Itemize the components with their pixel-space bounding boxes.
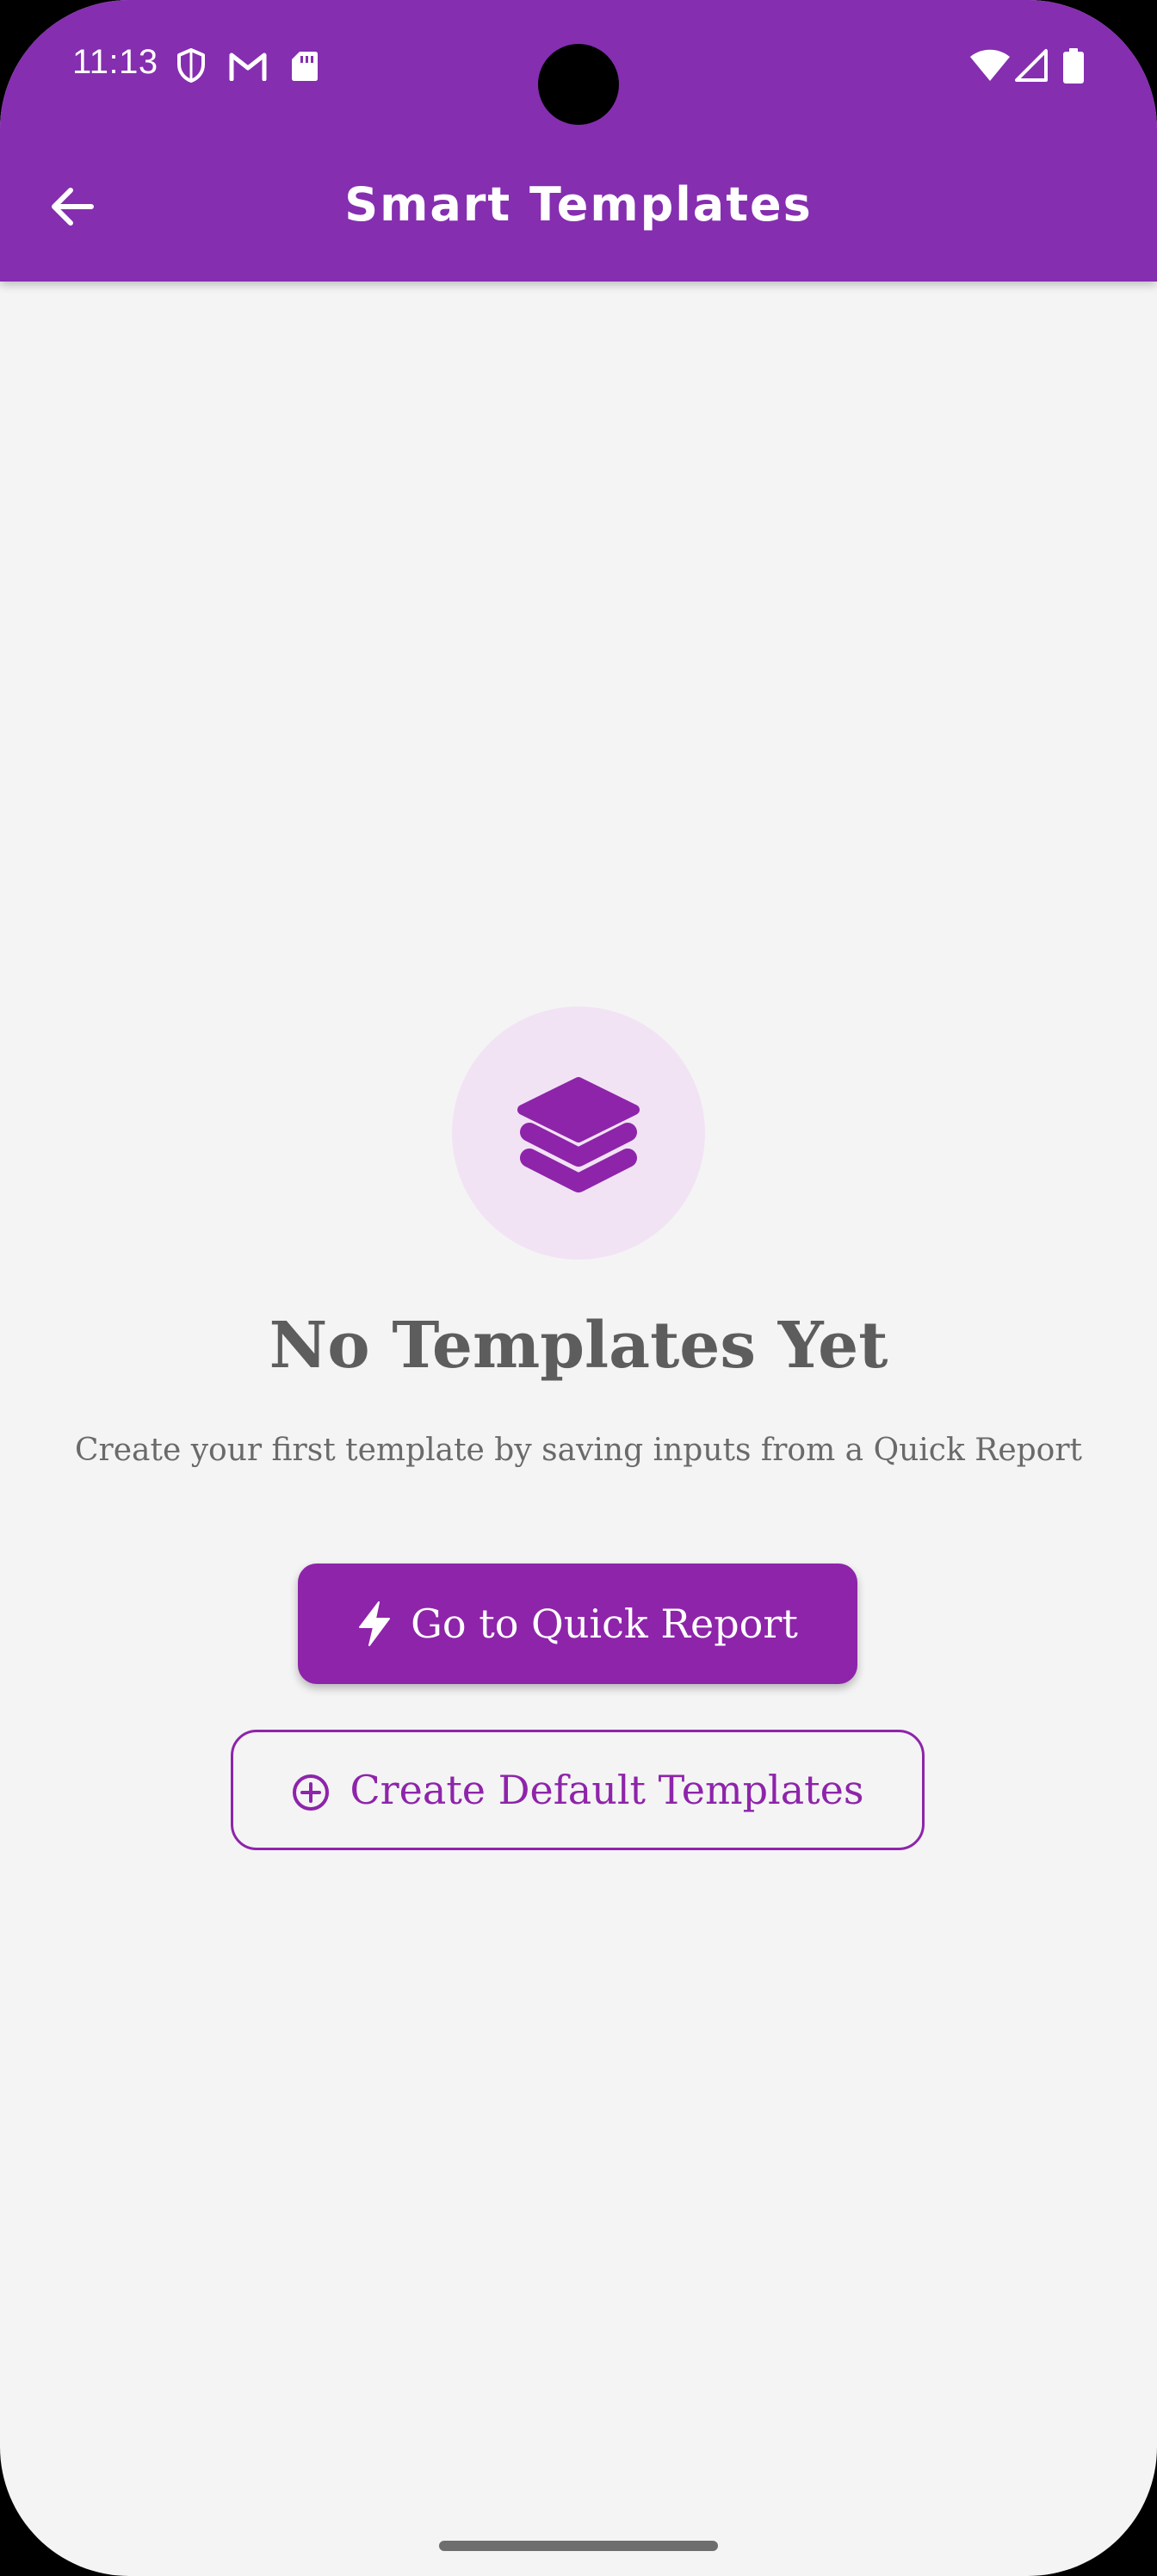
empty-state-icon-badge xyxy=(452,1006,705,1260)
add-circle-outline-icon xyxy=(293,1774,330,1811)
layers-icon xyxy=(517,1077,640,1192)
empty-state-title: No Templates Yet xyxy=(269,1309,888,1383)
page-title: Smart Templates xyxy=(344,177,813,232)
phone-screen: 11:13 Smart Templates No Templates Yet C… xyxy=(0,0,1157,2576)
go-to-quick-report-label: Go to Quick Report xyxy=(411,1601,798,1647)
app-bar: 11:13 Smart Templates xyxy=(0,0,1157,282)
battery-icon xyxy=(1062,48,1085,89)
signal-icon xyxy=(1014,48,1049,87)
wifi-icon xyxy=(969,48,1011,87)
go-to-quick-report-button[interactable]: Go to Quick Report xyxy=(298,1564,857,1684)
shield-icon xyxy=(176,48,206,87)
home-indicator[interactable] xyxy=(439,2541,718,2551)
sd-card-icon xyxy=(291,48,319,87)
status-time: 11:13 xyxy=(72,43,158,81)
bolt-icon xyxy=(359,1601,391,1646)
gmail-icon xyxy=(229,48,267,85)
front-camera xyxy=(538,44,619,125)
create-default-templates-button[interactable]: Create Default Templates xyxy=(231,1730,925,1850)
create-default-templates-label: Create Default Templates xyxy=(350,1767,864,1813)
empty-state-subtitle: Create your first template by saving inp… xyxy=(74,1433,1083,1468)
